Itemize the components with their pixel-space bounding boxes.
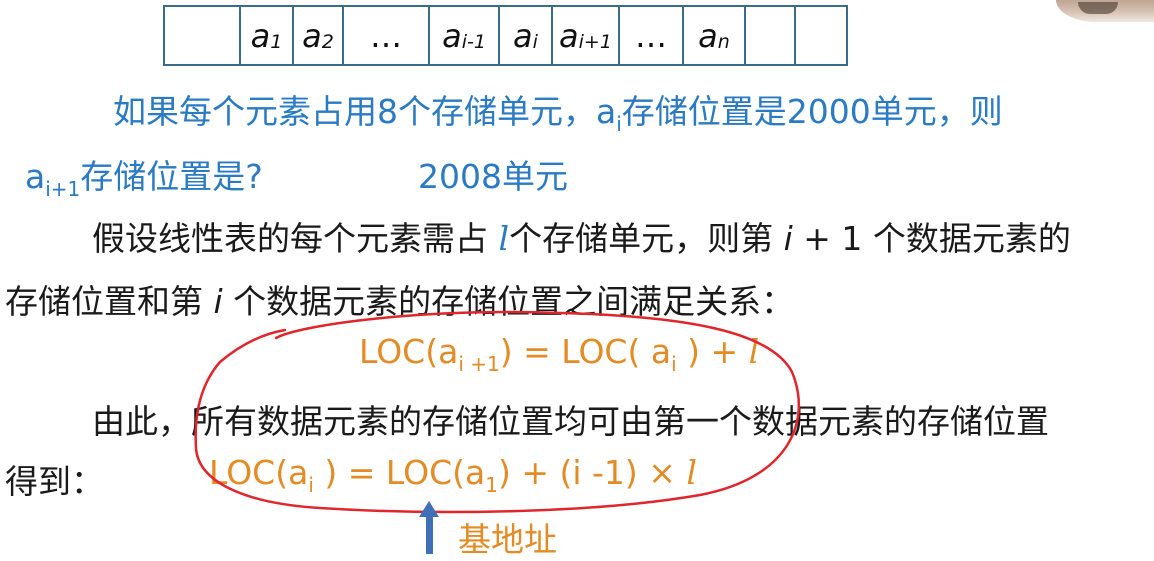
table-cell: a1 [241,7,294,64]
table-cell: an [684,7,746,64]
paragraph-1-line-2: 存储位置和第 i 个数据元素的存储位置之间满足关系： [5,282,795,321]
paragraph-2-line-1: 由此，所有数据元素的存储位置均可由第一个数据元素的存储位置 [92,402,1049,441]
speaker-video-thumbnail [1056,0,1154,22]
formula-loc-general: LOC(ai ) = LOC(a1) + (i -1) × l [209,453,697,497]
table-cell [165,7,241,64]
table-cell [746,7,796,64]
paragraph-2-line-2: 得到： [5,462,104,501]
question-answer: 2008单元 [418,157,568,196]
formula-loc-next: LOC(ai +1) = LOC( ai ) + l [359,332,760,376]
table-cell: a i-1 [430,7,500,64]
table-cell: ai [500,7,553,64]
sequential-storage-table: a1 a2 … a i-1 ai a i+1 … an [163,5,848,66]
paragraph-1-line-1: 假设线性表的每个元素需占 l个存储单元，则第 i + 1 个数据元素的 [92,219,1071,258]
table-cell: … [620,7,684,64]
table-cell: a i+1 [553,7,620,64]
table-cell: … [344,7,430,64]
table-cell [796,7,846,64]
up-arrow-shaft [426,515,433,554]
question-line-2: ai+1存储位置是? [25,157,263,201]
table-cell: a2 [294,7,344,64]
question-line-1: 如果每个元素占用8个存储单元，ai存储位置是2000单元，则 [113,92,1003,136]
